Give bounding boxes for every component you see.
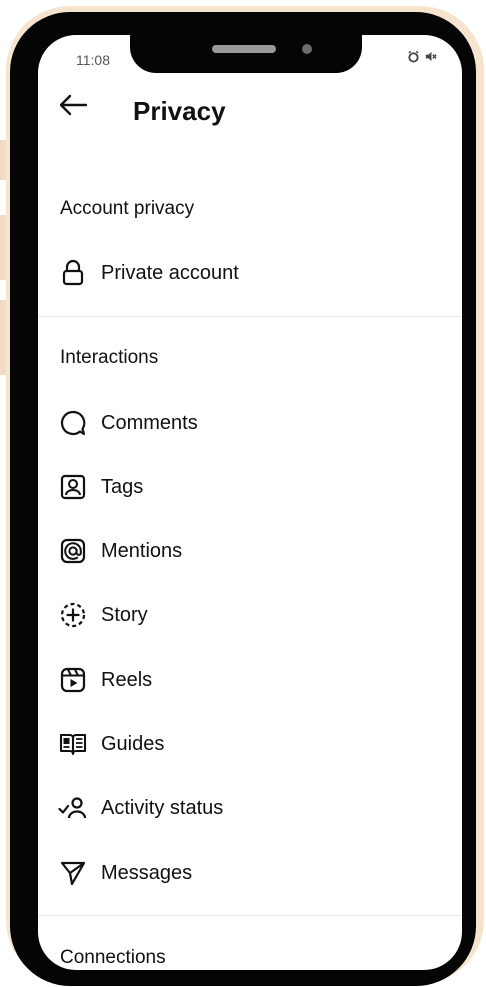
menu-item-label: Private account	[101, 261, 239, 284]
tag-person-icon	[58, 472, 88, 502]
lock-icon	[58, 258, 88, 288]
section-divider	[38, 915, 462, 916]
menu-item-label: Messages	[101, 861, 193, 884]
menu-item-guides[interactable]: Guides	[58, 728, 164, 760]
menu-item-activity-status[interactable]: Activity status	[58, 792, 223, 824]
menu-item-label: Mentions	[101, 539, 183, 562]
menu-item-label: Reels	[101, 668, 153, 691]
front-camera	[302, 44, 312, 54]
send-icon	[58, 858, 88, 888]
section-title-interactions: Interactions	[60, 347, 159, 368]
menu-item-private-account[interactable]: Private account	[58, 257, 239, 289]
section-title-connections: Connections	[60, 947, 166, 968]
arrow-left-icon[interactable]	[58, 90, 88, 120]
menu-item-label: Comments	[101, 411, 198, 434]
menu-item-label: Story	[101, 603, 148, 626]
page-title: Privacy	[133, 96, 226, 126]
menu-item-label: Activity status	[101, 796, 224, 819]
alarm-icon	[407, 50, 420, 66]
at-sign-icon	[58, 536, 88, 566]
page-header: Privacy	[58, 90, 226, 126]
section-title-account-privacy: Account privacy	[60, 198, 195, 219]
guides-book-icon	[58, 729, 88, 759]
mute-icon	[424, 50, 437, 66]
menu-item-label: Guides	[101, 732, 165, 755]
menu-item-messages[interactable]: Messages	[58, 857, 192, 889]
reels-icon	[58, 665, 88, 695]
section-divider	[38, 316, 462, 317]
activity-status-icon	[58, 793, 88, 823]
menu-item-tags[interactable]: Tags	[58, 471, 143, 503]
menu-item-label: Tags	[101, 475, 144, 498]
speaker-grille	[212, 45, 276, 53]
status-icons	[407, 50, 437, 66]
story-add-icon	[58, 600, 88, 630]
phone-notch	[130, 33, 362, 73]
menu-item-reels[interactable]: Reels	[58, 664, 152, 696]
menu-item-comments[interactable]: Comments	[58, 407, 198, 439]
status-time: 11:08	[76, 52, 110, 68]
comment-icon	[58, 408, 88, 438]
menu-item-story[interactable]: Story	[58, 599, 148, 631]
menu-item-mentions[interactable]: Mentions	[58, 535, 182, 567]
